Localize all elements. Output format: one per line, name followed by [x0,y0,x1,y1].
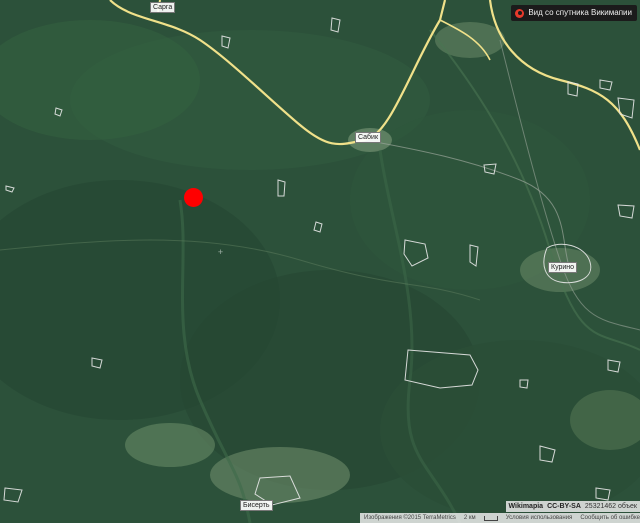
satellite-imagery [0,0,640,523]
satellite-map[interactable]: Сарга Сабик Курино Бисерть Вид со спутни… [0,0,640,523]
wikimapia-layer-button[interactable]: Вид со спутника Викимапии [511,5,637,21]
report-error-link[interactable]: Сообщить об ошибке [580,513,640,523]
town-label-sarga[interactable]: Сарга [150,2,176,13]
location-dot-icon[interactable] [184,188,203,207]
attribution-brand[interactable]: Wikimapia [509,501,544,512]
terms-link[interactable]: Условия использования [506,513,573,523]
wikimapia-logo-icon [515,8,525,18]
map-footer: Изображения ©2015 TerraMetrics 2 км Усло… [360,513,640,523]
town-label-kurino[interactable]: Курино [548,262,578,273]
town-label-sabik[interactable]: Сабик [355,132,382,143]
crosshair-icon: + [217,247,224,257]
scale-bar [483,515,498,521]
town-label-biserst[interactable]: Бисерть [240,500,273,511]
attribution-bar: Wikimapia CC-BY-SA 25321462 объек [505,501,640,512]
attribution-objects: 25321462 объек [584,503,637,510]
attribution-license[interactable]: CC-BY-SA [547,501,581,512]
imagery-credit: Изображения ©2015 TerraMetrics [364,515,456,521]
layer-button-label: Вид со спутника Викимапии [528,8,632,17]
scale-label: 2 км [463,515,476,521]
